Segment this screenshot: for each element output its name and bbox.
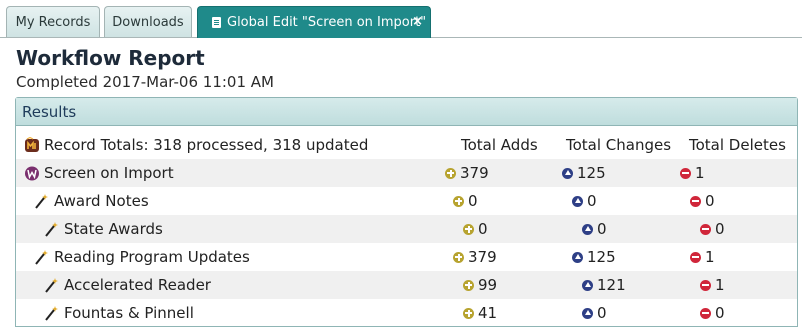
deletes-value: 1 (715, 276, 725, 294)
changes-value: 0 (597, 220, 607, 238)
delete-circle-icon (680, 167, 691, 179)
row-label: Reading Program Updates (54, 248, 250, 266)
change-triangle-icon (582, 223, 593, 235)
delete-circle-icon (700, 279, 711, 291)
row-label: Award Notes (54, 192, 149, 210)
deletes-value: 1 (705, 248, 715, 266)
tab-label: My Records (15, 14, 91, 30)
completed-timestamp: Completed 2017-Mar-06 11:01 AM (16, 73, 274, 91)
deletes-value: 1 (695, 164, 705, 182)
table-row: Accelerated Reader 99 121 1 (16, 271, 797, 299)
row-label: Accelerated Reader (64, 276, 211, 294)
tab-my-records[interactable]: My Records (6, 6, 100, 37)
panel-header: Results (16, 98, 797, 126)
change-triangle-icon (562, 167, 573, 179)
changes-value: 0 (597, 304, 607, 322)
delete-circle-icon (690, 251, 701, 263)
delete-circle-icon (690, 195, 701, 207)
changes-value: 125 (577, 164, 606, 182)
delete-circle-icon (700, 223, 711, 235)
row-label: Fountas & Pinnell (64, 304, 194, 322)
delete-circle-icon (700, 307, 711, 319)
tab-label: Downloads (112, 14, 184, 30)
adds-value: 41 (478, 304, 498, 322)
record-totals-label: Record Totals: 318 processed, 318 update… (44, 136, 369, 154)
close-icon[interactable]: × (412, 14, 423, 30)
table-row: Reading Program Updates 379 125 1 (16, 243, 797, 271)
change-triangle-icon (582, 279, 593, 291)
adds-value: 0 (478, 220, 488, 238)
magic-wand-icon (35, 194, 48, 209)
document-icon (212, 17, 221, 28)
adds-value: 379 (468, 248, 497, 266)
tab-downloads[interactable]: Downloads (104, 6, 192, 37)
workflow-logo-icon (25, 166, 39, 181)
column-header-adds: Total Adds (461, 136, 538, 154)
changes-value: 125 (587, 248, 616, 266)
adds-value: 379 (460, 164, 489, 182)
add-circle-icon (463, 223, 474, 235)
change-triangle-icon (572, 195, 583, 207)
changes-value: 121 (597, 276, 626, 294)
page-title: Workflow Report (16, 46, 205, 70)
add-circle-icon (453, 195, 464, 207)
table-row: Screen on Import 379 125 1 (16, 159, 797, 187)
adds-value: 0 (468, 192, 478, 210)
row-label: State Awards (64, 220, 163, 238)
change-triangle-icon (572, 251, 583, 263)
table-row: Award Notes 0 0 0 (16, 187, 797, 215)
deletes-value: 0 (715, 304, 725, 322)
add-circle-icon (453, 251, 464, 263)
magic-wand-icon (45, 222, 58, 237)
row-label: Screen on Import (44, 164, 174, 182)
tab-strip: My Records Downloads Global Edit "Screen… (0, 0, 802, 38)
add-circle-icon (463, 307, 474, 319)
table-row: Fountas & Pinnell 41 0 0 (16, 299, 797, 327)
magic-wand-icon (35, 250, 48, 265)
mandarin-logo-icon (25, 137, 39, 152)
magic-wand-icon (45, 278, 58, 293)
column-header-deletes: Total Deletes (689, 136, 786, 154)
adds-value: 99 (478, 276, 498, 294)
table-row: State Awards 0 0 0 (16, 215, 797, 243)
tab-global-edit[interactable]: Global Edit "Screen on Import" × (197, 6, 431, 38)
column-header-changes: Total Changes (566, 136, 672, 154)
add-circle-icon (463, 279, 474, 291)
tab-label: Global Edit "Screen on Import" (227, 15, 427, 30)
change-triangle-icon (582, 307, 593, 319)
changes-value: 0 (587, 192, 597, 210)
totals-row: Record Totals: 318 processed, 318 update… (16, 131, 797, 159)
results-panel: Results Record Totals: 318 processed, 31… (15, 97, 798, 327)
add-circle-icon (445, 167, 456, 179)
deletes-value: 0 (715, 220, 725, 238)
deletes-value: 0 (705, 192, 715, 210)
magic-wand-icon (45, 306, 58, 321)
